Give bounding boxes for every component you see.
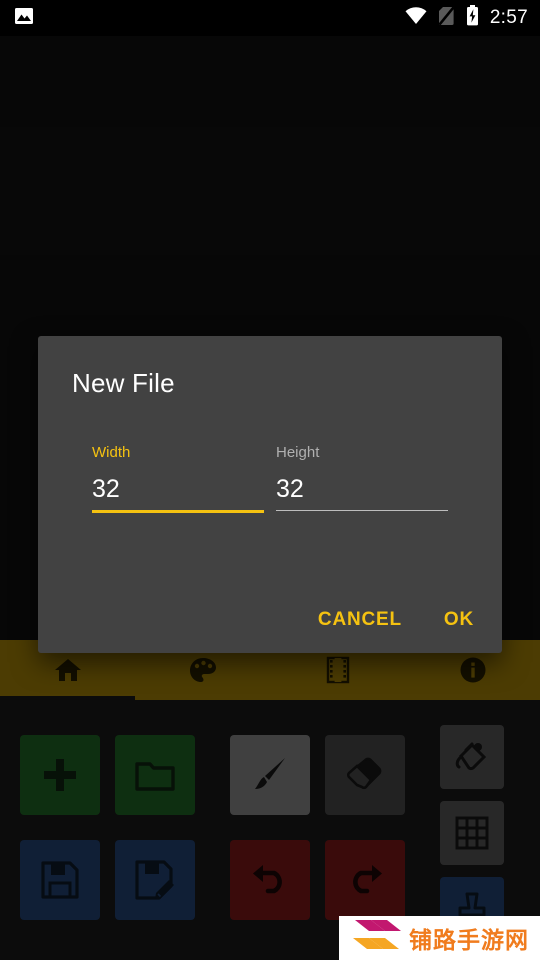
status-bar-clock: 2:57 (489, 7, 528, 28)
height-input[interactable]: 32 (276, 464, 448, 510)
image-icon (14, 6, 34, 31)
width-field[interactable]: Width 32 (92, 444, 264, 513)
status-bar-notifications (14, 6, 34, 31)
status-bar: 2:57 (0, 0, 540, 36)
height-underline (276, 510, 448, 511)
status-bar-system-icons: 2:57 (405, 5, 528, 31)
width-label: Width (92, 444, 131, 461)
dialog-actions: CANCEL OK (318, 609, 474, 631)
wifi-icon (405, 6, 427, 30)
height-field[interactable]: Height 32 (276, 444, 448, 511)
watermark: 铺路手游网 (339, 916, 540, 960)
battery-charging-icon (466, 5, 479, 31)
height-label: Height (276, 444, 320, 461)
double-chevron-icon (349, 918, 401, 959)
new-file-dialog: New File Width 32 Height 32 CANCEL OK (38, 336, 502, 653)
ok-button[interactable]: OK (444, 609, 474, 631)
dialog-title: New File (72, 368, 175, 398)
app-screen: 2:57 New File Width 32 Height 32 CANCEL … (0, 0, 540, 960)
width-input[interactable]: 32 (92, 464, 264, 510)
width-underline (92, 510, 264, 513)
cancel-button[interactable]: CANCEL (318, 609, 402, 631)
watermark-text: 铺路手游网 (409, 928, 529, 954)
no-sim-icon (438, 6, 455, 31)
